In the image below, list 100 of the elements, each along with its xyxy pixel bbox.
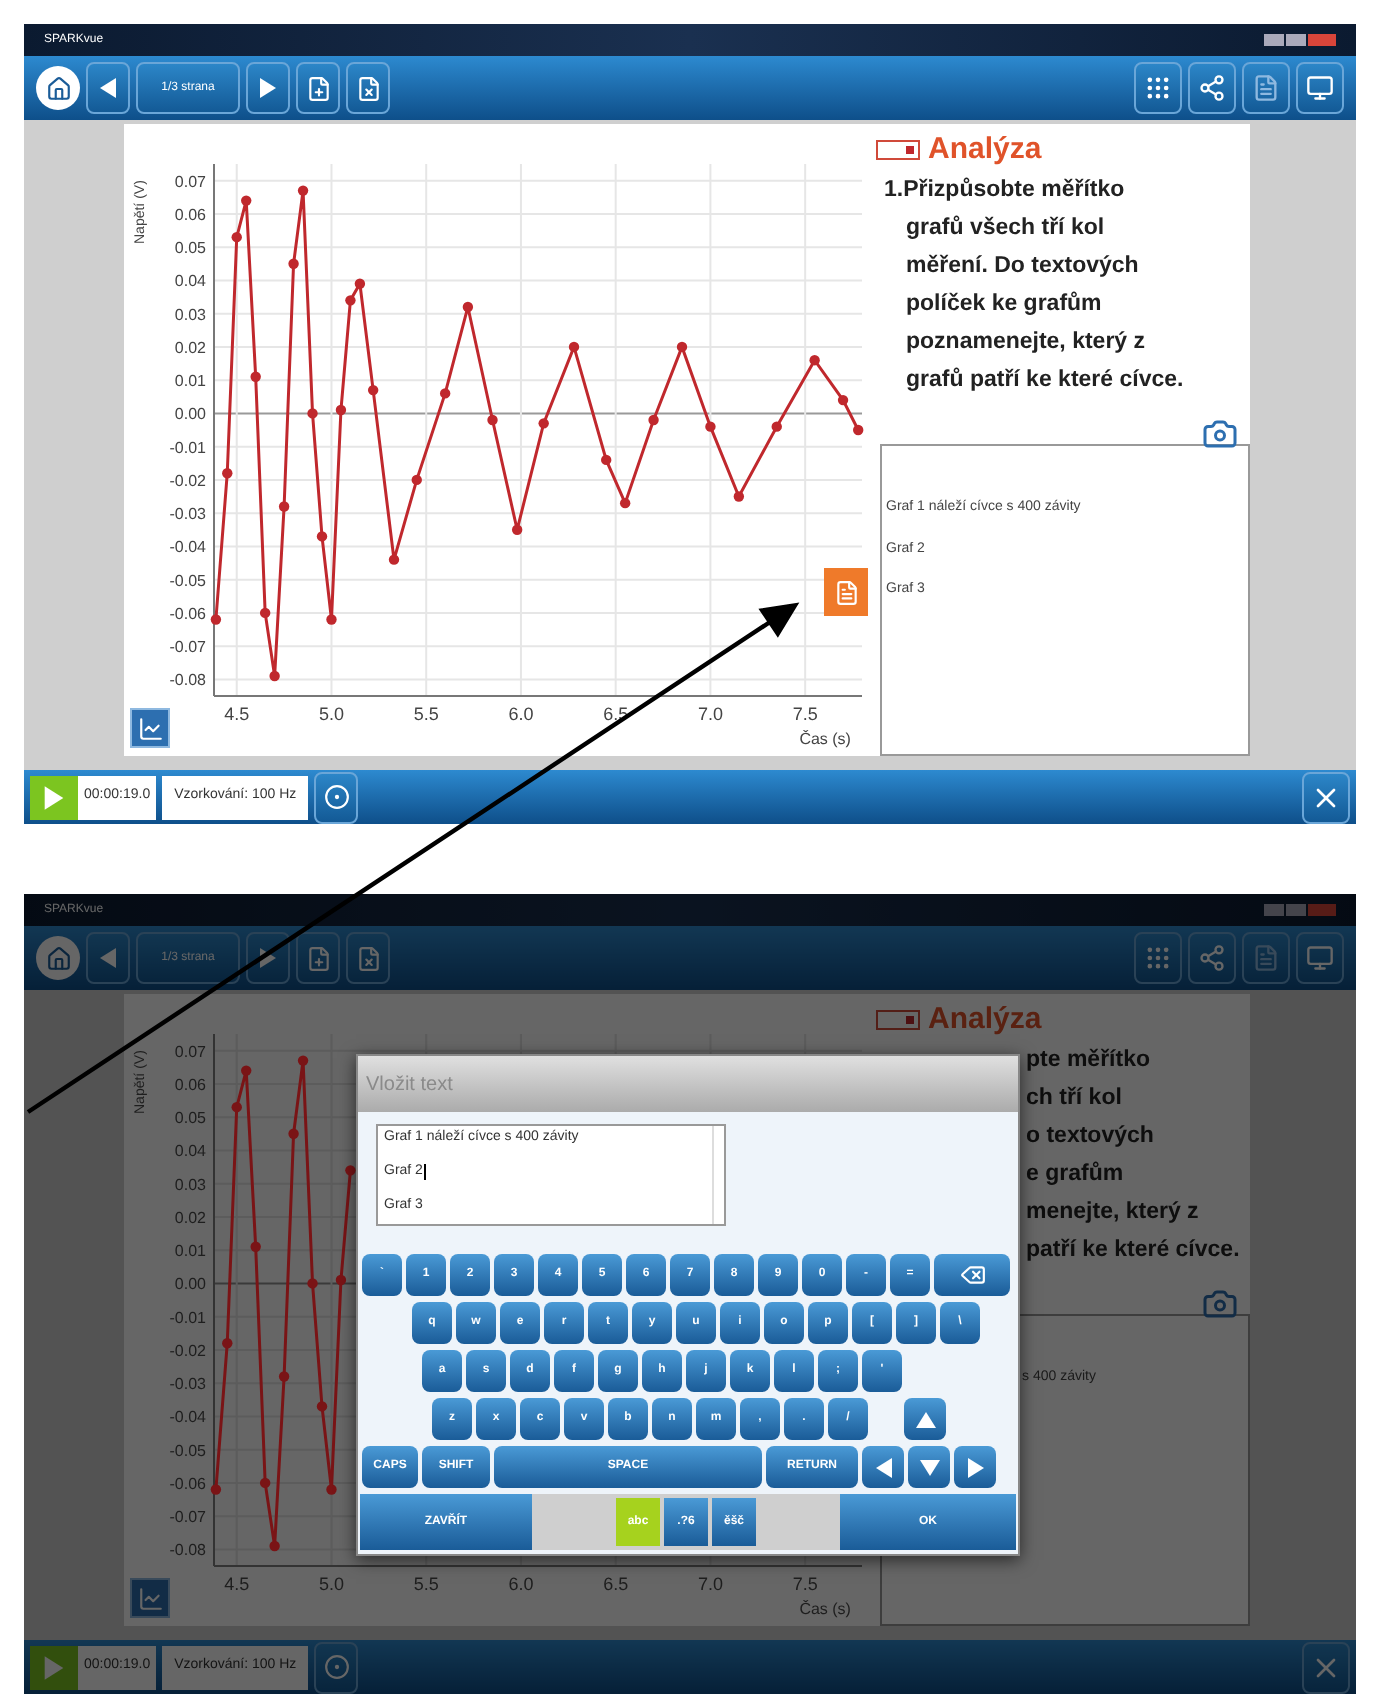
data-point	[231, 1101, 242, 1113]
left-arrow-icon	[871, 1455, 895, 1479]
play-icon	[40, 783, 68, 811]
delete-page-button[interactable]	[346, 932, 390, 984]
graph-tool-button[interactable]	[130, 708, 170, 748]
network-icon	[1198, 74, 1226, 102]
backspace-icon	[959, 1262, 985, 1288]
data-point	[269, 1540, 280, 1552]
keyboard-key[interactable]	[908, 1446, 950, 1488]
chart-icon	[137, 715, 163, 741]
instruction-text: menejte, který z	[1024, 1198, 1201, 1228]
toolbar-button[interactable]	[1134, 62, 1182, 114]
data-point	[837, 394, 849, 406]
data-point	[278, 501, 290, 512]
data-point	[619, 497, 631, 509]
down-arrow-icon	[917, 1455, 941, 1479]
tick-label: 7.5	[792, 704, 818, 724]
data-point	[326, 1484, 337, 1495]
previous-page-button[interactable]	[86, 62, 130, 114]
tick-label: -0.04	[169, 1408, 206, 1427]
tick-label: 7.5	[792, 1574, 818, 1594]
data-point	[354, 278, 366, 289]
home-icon	[45, 945, 71, 971]
tick-label: -0.05	[169, 571, 206, 590]
next-page-button[interactable]	[246, 62, 290, 114]
toolbar-button[interactable]	[1296, 932, 1344, 984]
toolbar-button[interactable]	[1296, 62, 1344, 114]
add-page-button[interactable]	[296, 62, 340, 114]
toolbar-button[interactable]	[1242, 62, 1290, 114]
instruction-text: patří ke které cívce.	[1024, 1236, 1242, 1266]
sampling-options-button[interactable]	[314, 1641, 359, 1693]
data-point	[733, 491, 745, 502]
data-point	[771, 421, 782, 432]
data-point	[487, 414, 498, 426]
play-button[interactable]	[30, 1645, 78, 1689]
data-point	[241, 195, 252, 206]
add-page-icon	[305, 945, 331, 971]
data-point	[241, 1065, 252, 1076]
tick-label: -0.08	[169, 671, 206, 690]
data-point	[809, 355, 820, 366]
data-point	[210, 1484, 222, 1495]
tick-label: -0.07	[169, 1508, 206, 1527]
instruction-text: grafů patří ke které cívce.	[904, 365, 1186, 396]
camera-icon	[1202, 416, 1238, 452]
data-point	[439, 388, 451, 399]
data-point	[335, 404, 347, 416]
keyboard-key[interactable]	[934, 1254, 1010, 1296]
data-point	[297, 1055, 309, 1066]
exit-button[interactable]	[1302, 771, 1350, 823]
data-point	[676, 341, 688, 353]
graph-tool-button[interactable]	[130, 1578, 170, 1618]
home-icon	[45, 75, 71, 101]
text-cursor	[424, 1163, 427, 1179]
tick-label: 4.5	[224, 1574, 250, 1594]
tick-label: -0.01	[169, 1308, 206, 1327]
target-icon	[323, 1654, 350, 1680]
tick-label: 0.02	[174, 338, 206, 357]
next-page-button[interactable]	[246, 932, 290, 984]
data-point	[210, 614, 222, 625]
data-point	[345, 295, 356, 306]
data-point	[307, 408, 318, 419]
data-point	[705, 421, 716, 432]
toolbar-button[interactable]	[1188, 62, 1236, 114]
data-point	[250, 371, 261, 382]
toolbar-button[interactable]	[1188, 932, 1236, 984]
keyboard-key[interactable]	[904, 1398, 946, 1440]
data-point	[388, 554, 400, 565]
sampling-options-button[interactable]	[314, 771, 359, 823]
play-button[interactable]	[30, 775, 78, 819]
keyboard-key[interactable]	[954, 1446, 996, 1488]
tick-label: 0.00	[174, 405, 206, 424]
previous-page-button[interactable]	[86, 932, 130, 984]
data-point	[853, 424, 864, 436]
delete-page-button[interactable]	[346, 62, 390, 114]
axis-label: Čas (s)	[799, 730, 851, 748]
target-icon	[323, 784, 350, 810]
camera-icon	[1202, 1286, 1238, 1322]
data-point	[231, 231, 242, 243]
instruction-text: měření. Do textových	[904, 252, 1141, 282]
tick-label: -0.03	[169, 1375, 206, 1394]
instruction-text: pte měřítko	[1024, 1046, 1152, 1076]
data-point	[259, 1477, 271, 1489]
add-page-button[interactable]	[296, 932, 340, 984]
toolbar-button[interactable]	[1134, 932, 1182, 984]
delete-page-icon	[355, 945, 381, 971]
instruction-text: políček ke grafům	[904, 289, 1104, 320]
note-button[interactable]	[824, 568, 868, 616]
add-page-icon	[305, 75, 331, 101]
data-point	[288, 1128, 299, 1139]
home-button[interactable]	[36, 66, 80, 110]
tick-label: -0.03	[169, 505, 206, 524]
up-arrow-icon	[913, 1407, 937, 1431]
tick-label: 0.06	[174, 1075, 206, 1094]
left-arrow-icon	[96, 76, 120, 100]
data-point	[259, 607, 271, 619]
keyboard-key[interactable]	[862, 1446, 904, 1488]
exit-button[interactable]	[1302, 1641, 1350, 1693]
data-point	[335, 1274, 347, 1286]
tick-label: 5.5	[413, 704, 439, 724]
tick-label: 0.07	[174, 1042, 206, 1061]
